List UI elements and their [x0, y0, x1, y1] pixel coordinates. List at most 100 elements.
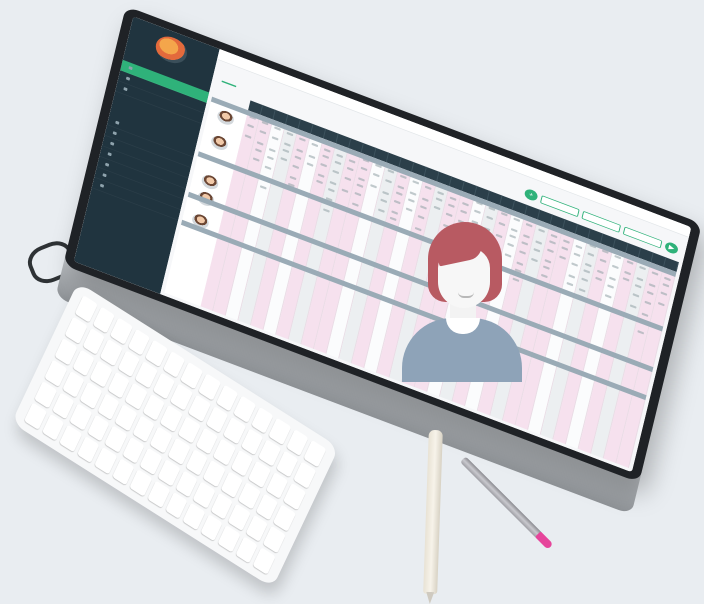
schedule-entry[interactable]	[417, 214, 425, 220]
schedule-entry[interactable]	[316, 179, 323, 185]
schedule-entry[interactable]	[377, 208, 385, 213]
schedule-entry[interactable]	[449, 196, 457, 201]
schedule-entry[interactable]	[445, 212, 453, 218]
schedule-entry[interactable]	[259, 185, 267, 190]
schedule-entry[interactable]	[460, 209, 468, 215]
schedule-entry[interactable]	[283, 142, 291, 147]
schedule-entry[interactable]	[360, 166, 368, 172]
schedule-entry[interactable]	[391, 210, 399, 215]
schedule-entry[interactable]	[424, 185, 432, 191]
schedule-entry[interactable]	[327, 187, 335, 193]
schedule-entry[interactable]	[420, 205, 427, 210]
schedule-entry[interactable]	[622, 277, 630, 282]
schedule-entry[interactable]	[587, 252, 595, 257]
schedule-entry[interactable]	[311, 142, 319, 148]
schedule-entry[interactable]	[521, 241, 529, 246]
schedule-entry[interactable]	[599, 258, 607, 263]
schedule-entry[interactable]	[334, 160, 342, 166]
schedule-entry[interactable]	[292, 164, 300, 170]
schedule-entry[interactable]	[561, 246, 569, 251]
schedule-entry[interactable]	[657, 301, 665, 307]
schedule-entry[interactable]	[348, 159, 356, 164]
schedule-entry[interactable]	[354, 191, 362, 197]
schedule-entry[interactable]	[266, 155, 274, 161]
schedule-entry[interactable]	[255, 148, 262, 153]
add-button[interactable]: +	[523, 187, 539, 203]
schedule-entry[interactable]	[540, 273, 548, 279]
schedule-entry[interactable]	[407, 198, 415, 203]
schedule-entry[interactable]	[289, 175, 297, 181]
schedule-entry[interactable]	[356, 183, 364, 188]
schedule-entry[interactable]	[648, 283, 656, 288]
schedule-entry[interactable]	[550, 233, 558, 239]
schedule-entry[interactable]	[611, 264, 619, 270]
schedule-entry[interactable]	[259, 129, 267, 135]
schedule-entry[interactable]	[268, 148, 276, 153]
schedule-entry[interactable]	[607, 284, 614, 289]
schedule-entry[interactable]	[393, 199, 401, 205]
schedule-entry[interactable]	[280, 157, 288, 162]
schedule-entry[interactable]	[636, 276, 644, 282]
schedule-entry[interactable]	[629, 304, 637, 309]
schedule-entry[interactable]	[583, 269, 591, 274]
schedule-entry[interactable]	[336, 153, 344, 159]
schedule-entry[interactable]	[632, 293, 640, 298]
schedule-entry[interactable]	[563, 239, 570, 244]
schedule-entry[interactable]	[535, 240, 543, 245]
schedule-entry[interactable]	[486, 215, 494, 221]
schedule-entry[interactable]	[544, 259, 552, 264]
schedule-entry[interactable]	[595, 276, 603, 282]
schedule-entry[interactable]	[244, 134, 252, 139]
schedule-entry[interactable]	[397, 185, 405, 190]
schedule-entry[interactable]	[662, 283, 670, 288]
schedule-entry[interactable]	[405, 207, 413, 212]
schedule-entry[interactable]	[433, 205, 441, 211]
schedule-entry[interactable]	[317, 173, 325, 178]
schedule-entry[interactable]	[298, 137, 306, 142]
schedule-entry[interactable]	[256, 141, 264, 146]
schedule-entry[interactable]	[660, 291, 668, 296]
schedule-entry[interactable]	[344, 176, 352, 182]
schedule-entry[interactable]	[323, 148, 331, 153]
schedule-entry[interactable]	[358, 177, 365, 182]
schedule-entry[interactable]	[308, 154, 316, 160]
schedule-entry[interactable]	[584, 262, 592, 268]
schedule-entry[interactable]	[604, 294, 612, 299]
schedule-entry[interactable]	[395, 191, 403, 196]
schedule-entry[interactable]	[525, 222, 533, 228]
schedule-entry[interactable]	[322, 154, 330, 159]
schedule-entry[interactable]	[533, 248, 541, 253]
schedule-entry[interactable]	[409, 191, 417, 196]
schedule-entry[interactable]	[573, 252, 581, 257]
schedule-entry[interactable]	[252, 157, 260, 162]
schedule-entry[interactable]	[542, 265, 550, 270]
schedule-entry[interactable]	[247, 123, 255, 129]
schedule-entry[interactable]	[609, 276, 616, 282]
schedule-entry[interactable]	[651, 271, 659, 276]
schedule-entry[interactable]	[346, 166, 354, 172]
schedule-entry[interactable]	[306, 162, 314, 167]
schedule-entry[interactable]	[571, 262, 579, 267]
schedule-entry[interactable]	[294, 155, 302, 160]
schedule-entry[interactable]	[370, 184, 377, 189]
schedule-entry[interactable]	[385, 178, 392, 184]
schedule-entry[interactable]	[644, 300, 652, 306]
schedule-entry[interactable]	[637, 330, 645, 335]
schedule-entry[interactable]	[296, 148, 304, 153]
schedule-entry[interactable]	[523, 234, 530, 239]
schedule-entry[interactable]	[332, 169, 340, 175]
schedule-entry[interactable]	[549, 240, 556, 245]
play-button[interactable]: ▶	[664, 240, 679, 256]
schedule-entry[interactable]	[320, 162, 328, 168]
schedule-entry[interactable]	[634, 283, 642, 289]
schedule-entry[interactable]	[559, 255, 566, 260]
schedule-entry[interactable]	[664, 276, 671, 282]
schedule-entry[interactable]	[389, 216, 397, 222]
schedule-entry[interactable]	[641, 312, 649, 318]
schedule-entry[interactable]	[341, 188, 349, 193]
schedule-entry[interactable]	[380, 198, 388, 204]
schedule-entry[interactable]	[581, 277, 589, 283]
person-avatar[interactable]	[200, 172, 220, 192]
schedule-entry[interactable]	[412, 180, 420, 185]
schedule-entry[interactable]	[568, 274, 576, 279]
